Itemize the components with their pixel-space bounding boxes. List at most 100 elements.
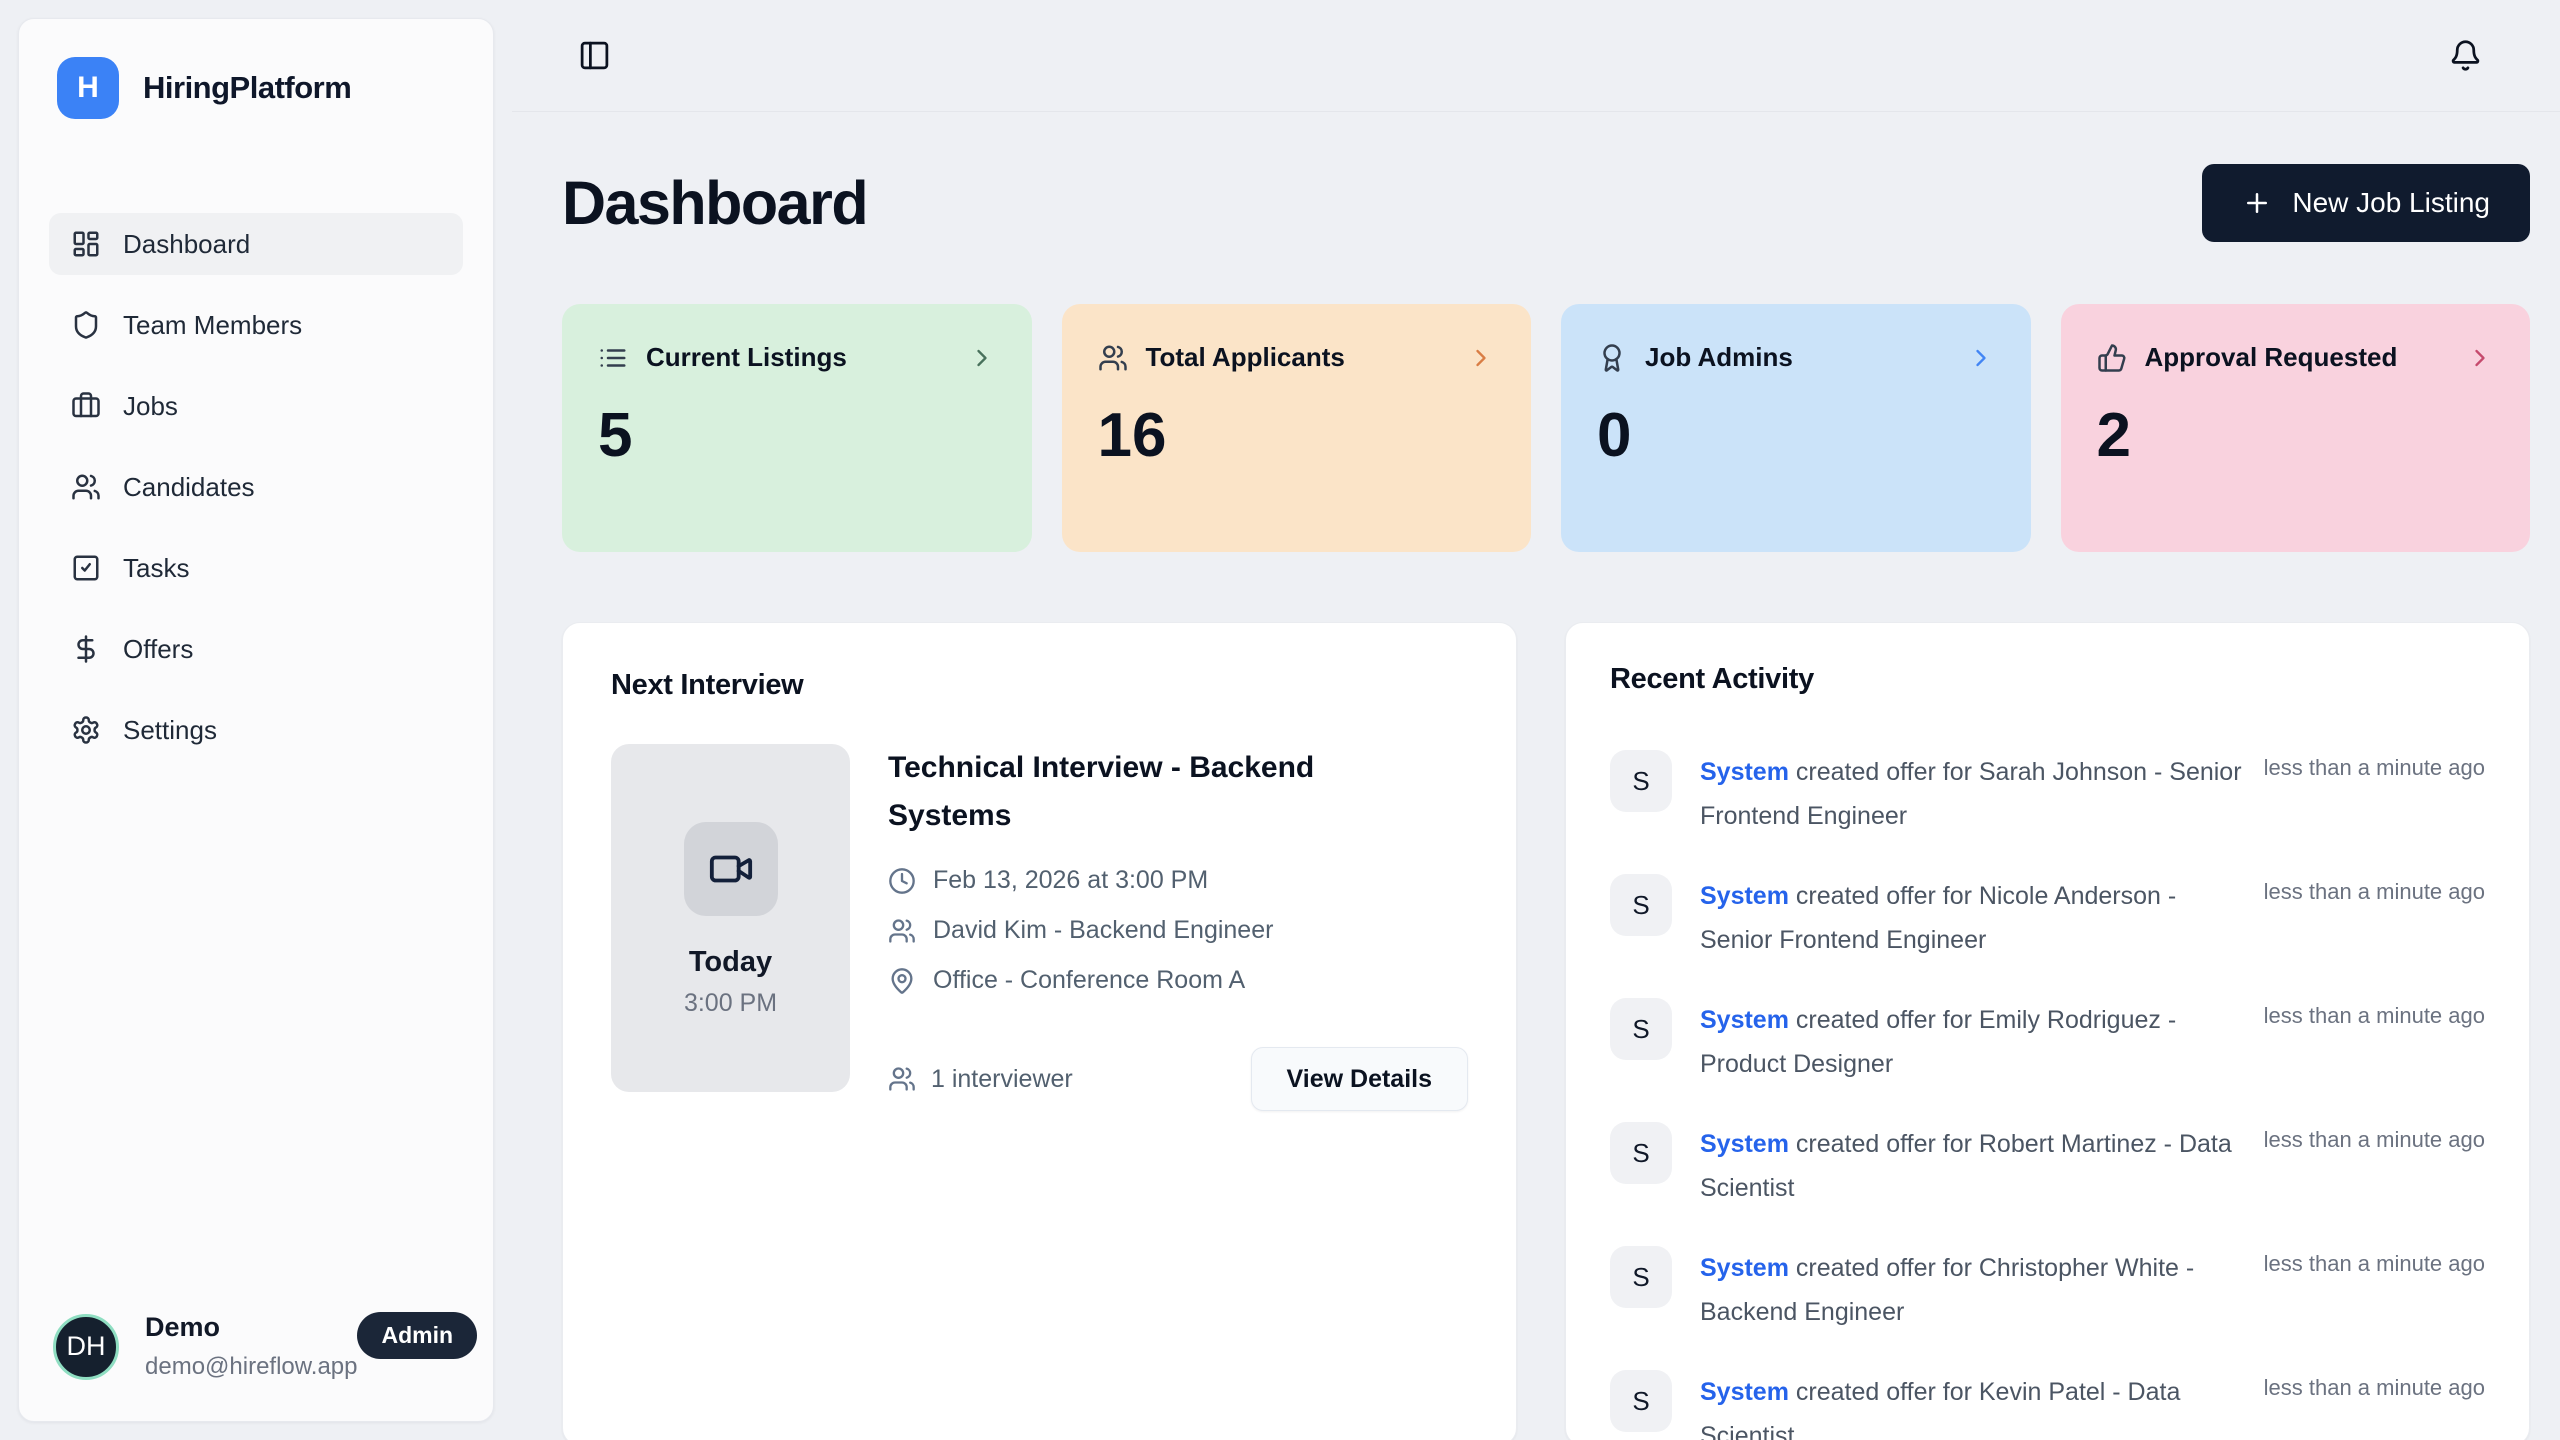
recent-activity-title: Recent Activity — [1610, 663, 2485, 696]
interview-time-label: 3:00 PM — [684, 989, 777, 1018]
interview-datetime: Feb 13, 2026 at 3:00 PM — [933, 866, 1208, 895]
activity-text: System created offer for Kevin Patel - D… — [1700, 1370, 2244, 1440]
chevron-right-icon — [1467, 344, 1495, 372]
activity-timestamp: less than a minute ago — [2264, 1122, 2485, 1153]
activity-text: System created offer for Nicole Anderson… — [1700, 874, 2244, 962]
stats-row: Current Listings 5 Total Applicants 16 J… — [562, 304, 2530, 552]
user-name: Demo — [145, 1312, 357, 1343]
activity-item: S System created offer for Kevin Patel -… — [1610, 1370, 2485, 1440]
clock-icon — [888, 867, 916, 895]
activity-timestamp: less than a minute ago — [2264, 750, 2485, 781]
check-square-icon — [71, 553, 101, 583]
brand-name: HiringPlatform — [143, 70, 351, 106]
sidebar-item-candidates[interactable]: Candidates — [49, 456, 463, 518]
chevron-right-icon — [2466, 344, 2494, 372]
sidebar-item-label: Team Members — [123, 310, 302, 341]
view-details-button[interactable]: View Details — [1251, 1047, 1468, 1111]
sidebar-item-dashboard[interactable]: Dashboard — [49, 213, 463, 275]
activity-timestamp: less than a minute ago — [2264, 1246, 2485, 1277]
sidebar-nav: Dashboard Team Members Jobs Candidates T… — [49, 213, 463, 780]
sidebar-item-jobs[interactable]: Jobs — [49, 375, 463, 437]
dollar-icon — [71, 634, 101, 664]
stat-label: Job Admins — [1645, 342, 1793, 373]
lower-grid: Next Interview Today 3:00 PM Technical I… — [562, 622, 2530, 1440]
users-icon — [888, 917, 916, 945]
activity-actor-link[interactable]: System — [1700, 1130, 1789, 1158]
chevron-right-icon — [1967, 344, 1995, 372]
stat-value: 0 — [1597, 405, 1995, 467]
interview-candidate-row: David Kim - Backend Engineer — [888, 916, 1468, 945]
activity-actor-link[interactable]: System — [1700, 758, 1789, 786]
stat-label: Approval Requested — [2145, 342, 2398, 373]
interviewer-count: 1 interviewer — [888, 1065, 1073, 1094]
briefcase-icon — [71, 391, 101, 421]
stat-card-header: Approval Requested — [2097, 342, 2495, 373]
interview-candidate: David Kim - Backend Engineer — [933, 916, 1273, 945]
interview-datetime-row: Feb 13, 2026 at 3:00 PM — [888, 866, 1468, 895]
interviewer-count-label: 1 interviewer — [931, 1065, 1073, 1094]
interview-day-label: Today — [689, 946, 772, 979]
activity-actor-link[interactable]: System — [1700, 1378, 1789, 1406]
sidebar-item-settings[interactable]: Settings — [49, 699, 463, 761]
stat-card-approval-requested[interactable]: Approval Requested 2 — [2061, 304, 2531, 552]
activity-timestamp: less than a minute ago — [2264, 998, 2485, 1029]
avatar: DH — [53, 1314, 119, 1380]
new-job-listing-button[interactable]: New Job Listing — [2202, 164, 2530, 242]
video-icon-tile — [684, 822, 778, 916]
brand-logo: H — [57, 57, 119, 119]
video-camera-icon — [708, 846, 754, 892]
activity-avatar: S — [1610, 750, 1672, 812]
brand: H HiringPlatform — [49, 57, 463, 119]
recent-activity-panel: Recent Activity S System created offer f… — [1565, 622, 2530, 1440]
stat-label: Current Listings — [646, 342, 847, 373]
activity-text: System created offer for Christopher Whi… — [1700, 1246, 2244, 1334]
map-pin-icon — [888, 967, 916, 995]
users-icon — [1098, 343, 1128, 373]
shield-icon — [71, 310, 101, 340]
stat-card-current-listings[interactable]: Current Listings 5 — [562, 304, 1032, 552]
page-title: Dashboard — [562, 168, 867, 238]
sidebar-item-offers[interactable]: Offers — [49, 618, 463, 680]
activity-avatar: S — [1610, 1370, 1672, 1432]
sidebar-item-tasks[interactable]: Tasks — [49, 537, 463, 599]
interview-location: Office - Conference Room A — [933, 966, 1245, 995]
award-icon — [1597, 343, 1627, 373]
role-badge: Admin — [357, 1312, 477, 1359]
activity-item: S System created offer for Christopher W… — [1610, 1246, 2485, 1334]
topbar — [512, 0, 2560, 112]
users-icon — [71, 472, 101, 502]
next-interview-title: Next Interview — [611, 669, 1468, 702]
sidebar: H HiringPlatform Dashboard Team Members … — [18, 18, 494, 1422]
user-footer[interactable]: DH Demo demo@hireflow.app Admin — [53, 1312, 459, 1381]
user-info: Demo demo@hireflow.app — [145, 1312, 357, 1381]
plus-icon — [2242, 188, 2272, 218]
stat-card-total-applicants[interactable]: Total Applicants 16 — [1062, 304, 1532, 552]
sidebar-item-label: Dashboard — [123, 229, 250, 260]
activity-actor-link[interactable]: System — [1700, 1254, 1789, 1282]
sidebar-toggle-button[interactable] — [574, 35, 615, 76]
notifications-button[interactable] — [2445, 35, 2486, 76]
stat-card-job-admins[interactable]: Job Admins 0 — [1561, 304, 2031, 552]
chevron-right-icon — [968, 344, 996, 372]
interview-title: Technical Interview - Backend Systems — [888, 744, 1368, 840]
sidebar-item-label: Offers — [123, 634, 193, 665]
sidebar-item-label: Tasks — [123, 553, 189, 584]
page-header: Dashboard New Job Listing — [562, 164, 2530, 242]
stat-value: 5 — [598, 405, 996, 467]
stat-card-header: Current Listings — [598, 342, 996, 373]
thumbs-up-icon — [2097, 343, 2127, 373]
activity-text: System created offer for Emily Rodriguez… — [1700, 998, 2244, 1086]
sidebar-item-label: Settings — [123, 715, 217, 746]
interview-details: Technical Interview - Backend Systems Fe… — [888, 744, 1468, 1111]
activity-actor-link[interactable]: System — [1700, 882, 1789, 910]
stat-value: 16 — [1098, 405, 1496, 467]
activity-avatar: S — [1610, 874, 1672, 936]
activity-actor-link[interactable]: System — [1700, 1006, 1789, 1034]
user-email: demo@hireflow.app — [145, 1353, 357, 1381]
sidebar-item-team-members[interactable]: Team Members — [49, 294, 463, 356]
stat-card-header: Total Applicants — [1098, 342, 1496, 373]
activity-avatar: S — [1610, 1246, 1672, 1308]
stat-card-header: Job Admins — [1597, 342, 1995, 373]
activity-list: S System created offer for Sarah Johnson… — [1610, 750, 2485, 1440]
activity-avatar: S — [1610, 998, 1672, 1060]
